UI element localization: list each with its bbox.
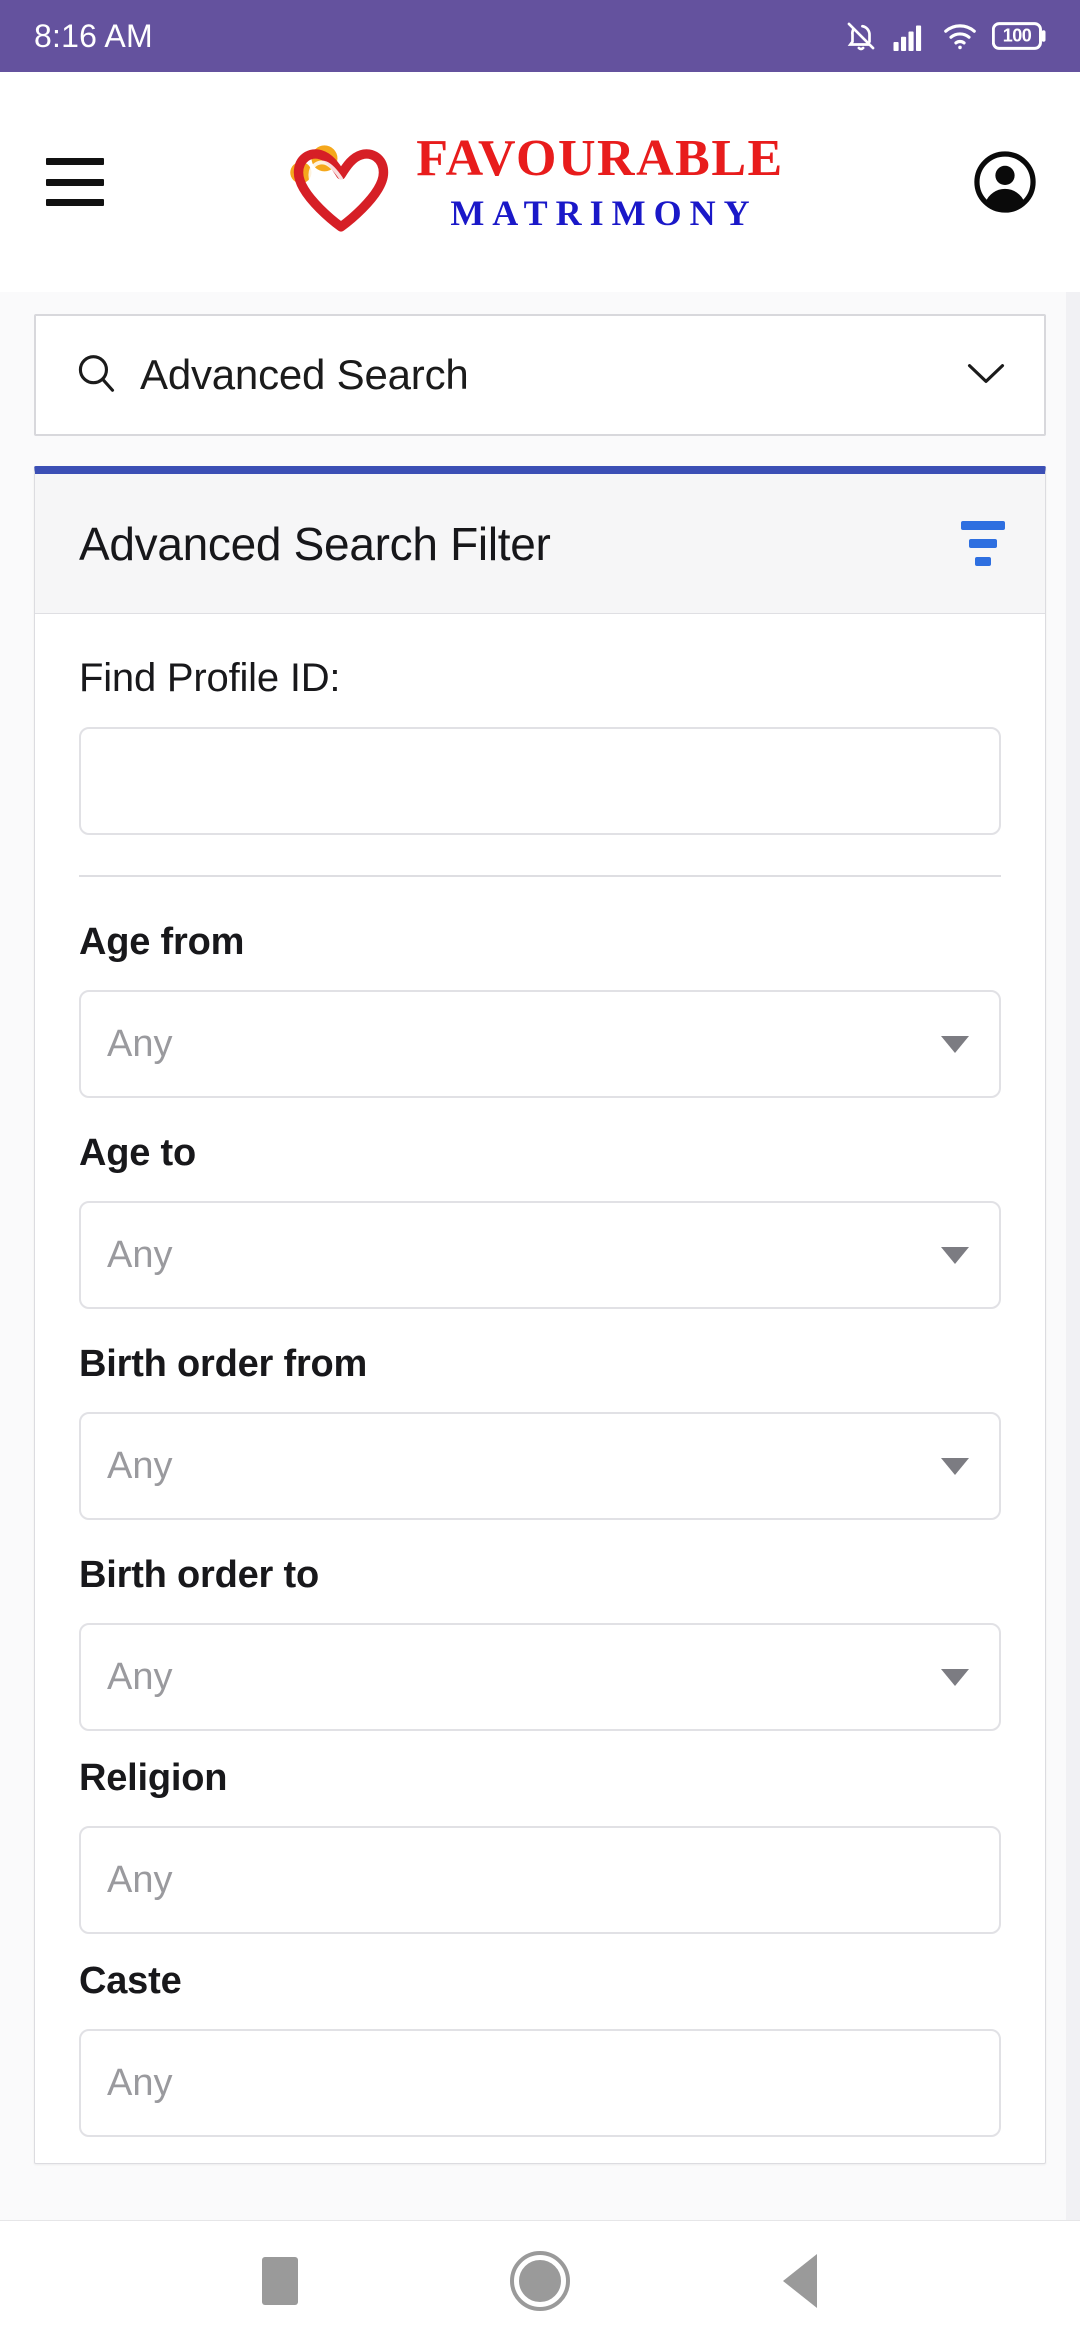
field-caste: Caste Any [79, 1960, 1001, 2137]
brand-name-secondary: MATRIMONY [450, 193, 758, 233]
wifi-icon [942, 21, 978, 51]
advanced-search-label: Advanced Search [140, 351, 469, 398]
search-icon [74, 351, 118, 400]
page-scrollbar[interactable] [1066, 292, 1080, 2220]
caste-value: Any [107, 2061, 173, 2104]
caste-input[interactable]: Any [79, 2029, 1001, 2137]
age-from-value: Any [107, 1022, 173, 1065]
field-birth-order-from: Birth order from Any [79, 1343, 1001, 1520]
filter-card-body: Find Profile ID: Age from Any Age to Any… [35, 614, 1045, 2137]
religion-input[interactable]: Any [79, 1826, 1001, 1934]
account-circle-icon[interactable] [972, 149, 1038, 215]
dropdown-caret-icon [941, 1246, 969, 1264]
filter-line [961, 521, 1005, 530]
heart-couple-logo-icon [282, 123, 400, 241]
birth-order-from-label: Birth order from [79, 1343, 368, 1385]
age-from-select[interactable]: Any [79, 990, 1001, 1098]
recents-button[interactable] [225, 2226, 335, 2336]
dropdown-caret-icon [941, 1668, 969, 1686]
filter-lines-icon[interactable] [961, 521, 1005, 566]
notifications-muted-icon [844, 19, 878, 53]
field-find-profile-id: Find Profile ID: [79, 656, 1001, 835]
brand-wordmark: FAVOURABLE MATRIMONY [416, 130, 784, 233]
brand-name-primary: FAVOURABLE [416, 130, 784, 187]
signal-bars-icon [892, 21, 928, 51]
birth-order-to-select[interactable]: Any [79, 1623, 1001, 1731]
phone-screen: 8:16 AM 100 FAVOURABLE MATRIMONY Advance… [0, 0, 1080, 2340]
filter-card-header: Advanced Search Filter [35, 474, 1045, 614]
field-birth-order-to: Birth order to Any [79, 1554, 1001, 1731]
caste-label: Caste [79, 1960, 182, 2002]
dropdown-caret-icon [941, 1457, 969, 1475]
back-button[interactable] [745, 2226, 855, 2336]
page-scroll-area[interactable]: Advanced Search Advanced Search Filter F… [0, 292, 1080, 2220]
dropdown-caret-icon [941, 1035, 969, 1053]
birth-order-from-value: Any [107, 1444, 173, 1487]
birth-order-to-label: Birth order to [79, 1554, 319, 1596]
religion-value: Any [107, 1858, 173, 1901]
battery-percent-label: 100 [1002, 25, 1032, 46]
square-icon [262, 2256, 298, 2305]
brand-logo[interactable]: FAVOURABLE MATRIMONY [94, 123, 972, 241]
section-divider [79, 875, 1001, 877]
advanced-search-filter-card: Advanced Search Filter Find Profile ID: [34, 466, 1046, 2164]
age-to-value: Any [107, 1233, 173, 1276]
age-to-select[interactable]: Any [79, 1201, 1001, 1309]
religion-label: Religion [79, 1757, 228, 1799]
home-button[interactable] [485, 2226, 595, 2336]
status-bar: 8:16 AM 100 [0, 0, 1080, 72]
filter-line [969, 539, 997, 548]
advanced-search-toggle[interactable]: Advanced Search [34, 314, 1046, 436]
find-profile-id-label: Find Profile ID: [79, 656, 341, 700]
app-header: FAVOURABLE MATRIMONY [0, 72, 1080, 292]
birth-order-to-value: Any [107, 1655, 173, 1698]
android-navigation-bar [0, 2220, 1080, 2340]
field-age-from: Age from Any [79, 921, 1001, 1098]
age-to-label: Age to [79, 1132, 197, 1174]
status-bar-clock: 8:16 AM [34, 17, 153, 54]
chevron-down-icon[interactable] [964, 358, 1008, 393]
filter-card-title: Advanced Search Filter [79, 517, 551, 570]
triangle-left-icon [783, 2253, 817, 2308]
battery-icon: 100 [992, 21, 1048, 51]
birth-order-from-select[interactable]: Any [79, 1412, 1001, 1520]
field-age-to: Age to Any [79, 1132, 1001, 1309]
age-from-label: Age from [79, 921, 245, 963]
field-religion: Religion Any [79, 1757, 1001, 1934]
status-bar-icons: 100 [844, 19, 1048, 53]
filter-line [975, 557, 991, 566]
circle-icon [510, 2250, 570, 2311]
find-profile-id-input[interactable] [79, 727, 1001, 835]
